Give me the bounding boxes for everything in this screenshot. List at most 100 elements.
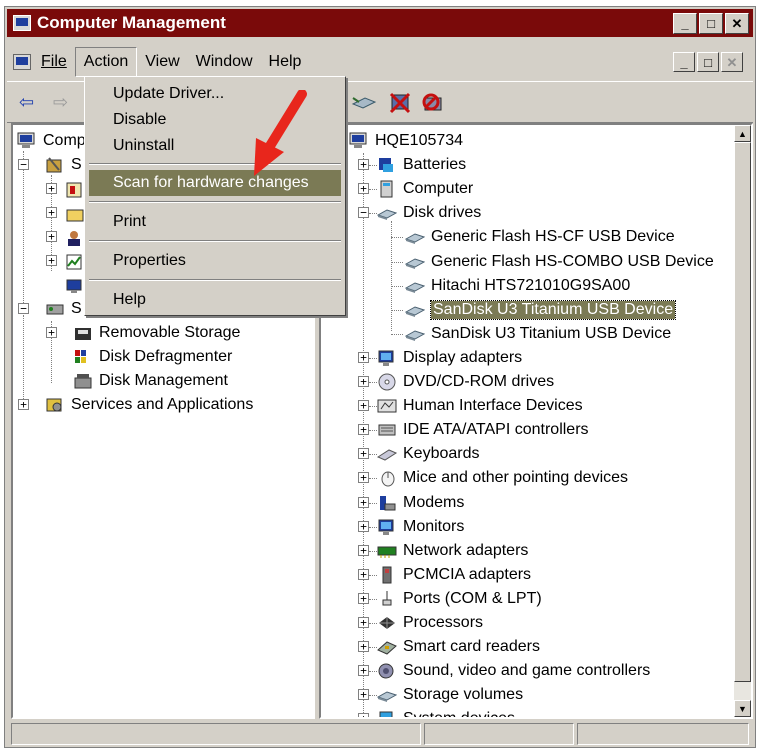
device-category[interactable]: Keyboards: [376, 442, 480, 466]
menu-item-help[interactable]: Help: [89, 287, 341, 313]
device-manager-icon: [65, 277, 85, 295]
pcmcia-icon: [377, 566, 397, 584]
device-item[interactable]: SanDisk U3 Titanium USB Device: [404, 322, 671, 346]
tree-item-computer-management[interactable]: Comp: [17, 129, 86, 153]
menu-view[interactable]: View: [137, 48, 187, 76]
device-category[interactable]: Mice and other pointing devices: [377, 466, 628, 490]
device-item[interactable]: Hitachi HTS721010G9SA00: [404, 274, 630, 298]
device-tree-pane[interactable]: HQE105734 + Batteries + Computer − Disk drives…: [319, 123, 753, 719]
collapse-icon[interactable]: −: [358, 207, 369, 219]
menu-file[interactable]: File: [33, 48, 75, 76]
vertical-scrollbar[interactable]: ▲ ▼: [734, 125, 751, 717]
port-icon: [377, 590, 397, 608]
device-category[interactable]: DVD/CD-ROM drives: [377, 370, 554, 394]
close-button[interactable]: ✕: [725, 13, 749, 34]
device-category[interactable]: IDE ATA/ATAPI controllers: [377, 418, 589, 442]
expand-icon[interactable]: +: [358, 689, 369, 701]
tree-item-services-and-applications[interactable]: Services and Applications: [45, 393, 253, 417]
expand-icon[interactable]: +: [18, 399, 29, 410]
device-category[interactable]: Processors: [377, 611, 483, 635]
scroll-up-icon[interactable]: ▲: [734, 125, 751, 142]
computer-icon: [349, 132, 369, 150]
status-pane-1: [11, 723, 421, 745]
device-category[interactable]: Human Interface Devices: [377, 394, 583, 418]
device-category[interactable]: Ports (COM & LPT): [377, 587, 542, 611]
maximize-button[interactable]: □: [699, 13, 723, 34]
expand-icon[interactable]: +: [358, 641, 369, 653]
child-close-button[interactable]: ✕: [721, 52, 743, 72]
menu-window[interactable]: Window: [188, 48, 261, 76]
collapse-icon[interactable]: −: [18, 159, 29, 170]
title-bar[interactable]: Computer Management _ □ ✕: [7, 9, 753, 37]
device-category[interactable]: Disk drives: [376, 201, 481, 225]
tree-item-storage[interactable]: S: [45, 297, 82, 321]
system-menu-icon[interactable]: [13, 54, 31, 70]
device-category[interactable]: Batteries: [377, 153, 466, 177]
ide-controller-icon: [377, 421, 397, 439]
expand-icon[interactable]: +: [358, 448, 369, 460]
expand-icon[interactable]: +: [46, 327, 57, 338]
hid-icon: [377, 397, 397, 415]
menu-separator: [89, 240, 341, 242]
scrollbar-thumb[interactable]: [734, 142, 751, 682]
device-category[interactable]: Computer: [377, 177, 473, 201]
local-users-icon: [65, 229, 85, 247]
minimize-button[interactable]: _: [673, 13, 697, 34]
tree-item-computer-root[interactable]: HQE105734: [349, 129, 463, 153]
tree-item-removable-storage[interactable]: Removable Storage: [73, 321, 240, 345]
scroll-down-icon[interactable]: ▼: [734, 700, 751, 717]
device-item[interactable]: Generic Flash HS-CF USB Device: [404, 225, 675, 249]
expand-icon[interactable]: +: [46, 207, 57, 218]
device-category[interactable]: System devices: [377, 707, 515, 717]
computer-management-icon: [17, 132, 37, 150]
device-category[interactable]: Storage volumes: [376, 683, 523, 707]
expand-icon[interactable]: +: [358, 713, 369, 717]
child-minimize-button[interactable]: _: [673, 52, 695, 72]
device-category[interactable]: Network adapters: [377, 539, 528, 563]
menu-item-properties[interactable]: Properties: [89, 248, 341, 274]
expand-icon[interactable]: +: [46, 255, 57, 266]
expand-icon[interactable]: +: [358, 568, 369, 580]
expand-icon[interactable]: +: [358, 472, 369, 484]
device-item[interactable]: Generic Flash HS-COMBO USB Device: [404, 250, 714, 274]
expand-icon[interactable]: +: [358, 496, 369, 508]
expand-icon[interactable]: +: [358, 592, 369, 604]
disable-icon[interactable]: [421, 92, 445, 114]
expand-icon[interactable]: +: [358, 400, 369, 412]
device-item-selected[interactable]: SanDisk U3 Titanium USB Device: [404, 298, 677, 322]
device-category[interactable]: Smart card readers: [377, 635, 540, 659]
expand-icon[interactable]: +: [46, 183, 57, 194]
expand-icon[interactable]: +: [358, 183, 369, 195]
processor-icon: [377, 614, 397, 632]
status-pane-2: [424, 723, 574, 745]
device-category[interactable]: Monitors: [377, 515, 464, 539]
expand-icon[interactable]: +: [358, 424, 369, 436]
disk-drive-icon: [404, 301, 426, 319]
menu-action[interactable]: Action: [74, 47, 138, 77]
menu-help[interactable]: Help: [261, 48, 310, 76]
scan-hardware-icon[interactable]: [351, 92, 377, 114]
expand-icon[interactable]: +: [358, 520, 369, 532]
expand-icon[interactable]: +: [358, 665, 369, 677]
device-category[interactable]: PCMCIA adapters: [377, 563, 531, 587]
uninstall-icon[interactable]: [389, 92, 413, 114]
back-icon[interactable]: ⇦: [19, 92, 34, 112]
child-restore-button[interactable]: □: [697, 52, 719, 72]
expand-icon[interactable]: +: [46, 231, 57, 242]
device-category[interactable]: Display adapters: [377, 346, 522, 370]
tree-item-system-tools[interactable]: S: [45, 153, 82, 177]
expand-icon[interactable]: +: [358, 376, 369, 387]
device-category[interactable]: Modems: [377, 491, 464, 515]
tree-item-disk-defragmenter[interactable]: Disk Defragmenter: [73, 345, 232, 369]
forward-icon[interactable]: ⇨: [53, 92, 68, 112]
menu-item-print[interactable]: Print: [89, 209, 341, 235]
expand-icon[interactable]: +: [358, 159, 369, 171]
collapse-icon[interactable]: −: [18, 303, 29, 314]
expand-icon[interactable]: +: [358, 544, 369, 556]
expand-icon[interactable]: +: [358, 351, 369, 363]
disk-defragmenter-icon: [73, 348, 93, 366]
tree-item-disk-management[interactable]: Disk Management: [73, 369, 228, 393]
expand-icon[interactable]: +: [358, 617, 369, 628]
device-category[interactable]: Sound, video and game controllers: [377, 659, 650, 683]
display-adapter-icon: [377, 349, 397, 367]
